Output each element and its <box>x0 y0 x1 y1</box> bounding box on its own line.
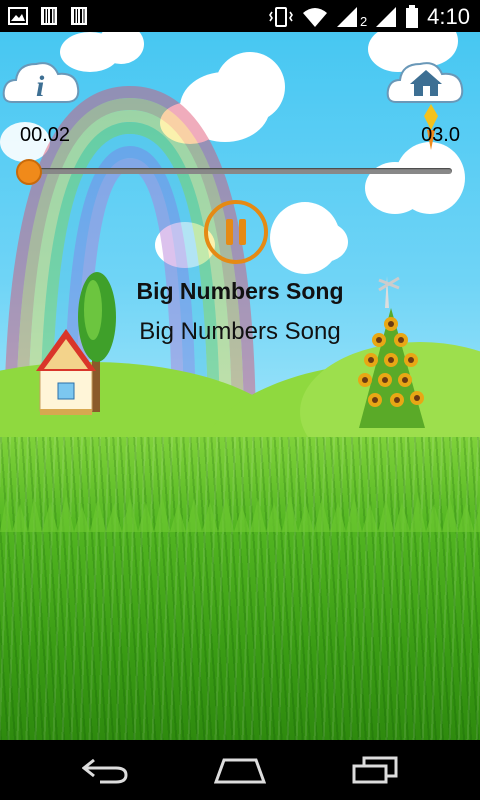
svg-text:i: i <box>36 70 45 103</box>
wifi-icon <box>302 8 327 27</box>
pause-button[interactable] <box>204 200 268 264</box>
grass-field <box>0 437 480 740</box>
status-bar: 2 4:10 <box>0 0 480 32</box>
grass-tips <box>0 494 480 532</box>
image-icon <box>8 7 28 25</box>
battery-icon <box>406 5 419 28</box>
navigation-bar <box>0 740 480 800</box>
back-button[interactable] <box>66 750 146 790</box>
signal-icon <box>336 7 357 27</box>
recent-apps-button[interactable] <box>334 750 414 790</box>
duration-time: 03.0 <box>421 124 460 146</box>
song-subtitle: Big Numbers Song <box>139 318 341 345</box>
elapsed-time: 00.02 <box>20 124 71 146</box>
sim-label: 2 <box>359 13 368 29</box>
vibrate-icon <box>268 7 293 27</box>
home-icon <box>214 758 266 784</box>
info-button[interactable]: i <box>2 50 82 114</box>
app-background-scene: i 00.02 03.0 Big Numbers Song Big Number… <box>0 32 480 740</box>
recent-apps-icon <box>352 756 398 784</box>
seek-thumb[interactable] <box>16 159 42 185</box>
song-title: Big Numbers Song <box>136 278 344 304</box>
barcode-icon <box>71 7 87 25</box>
barcode-icon <box>41 7 57 25</box>
pause-icon <box>226 219 246 245</box>
seek-bar[interactable] <box>16 159 452 185</box>
clock: 4:10 <box>427 4 470 29</box>
back-icon <box>82 758 128 784</box>
info-icon: i <box>2 62 80 103</box>
signal-icon <box>376 7 397 27</box>
home-nav-button[interactable] <box>200 750 280 790</box>
seek-track <box>24 168 452 174</box>
